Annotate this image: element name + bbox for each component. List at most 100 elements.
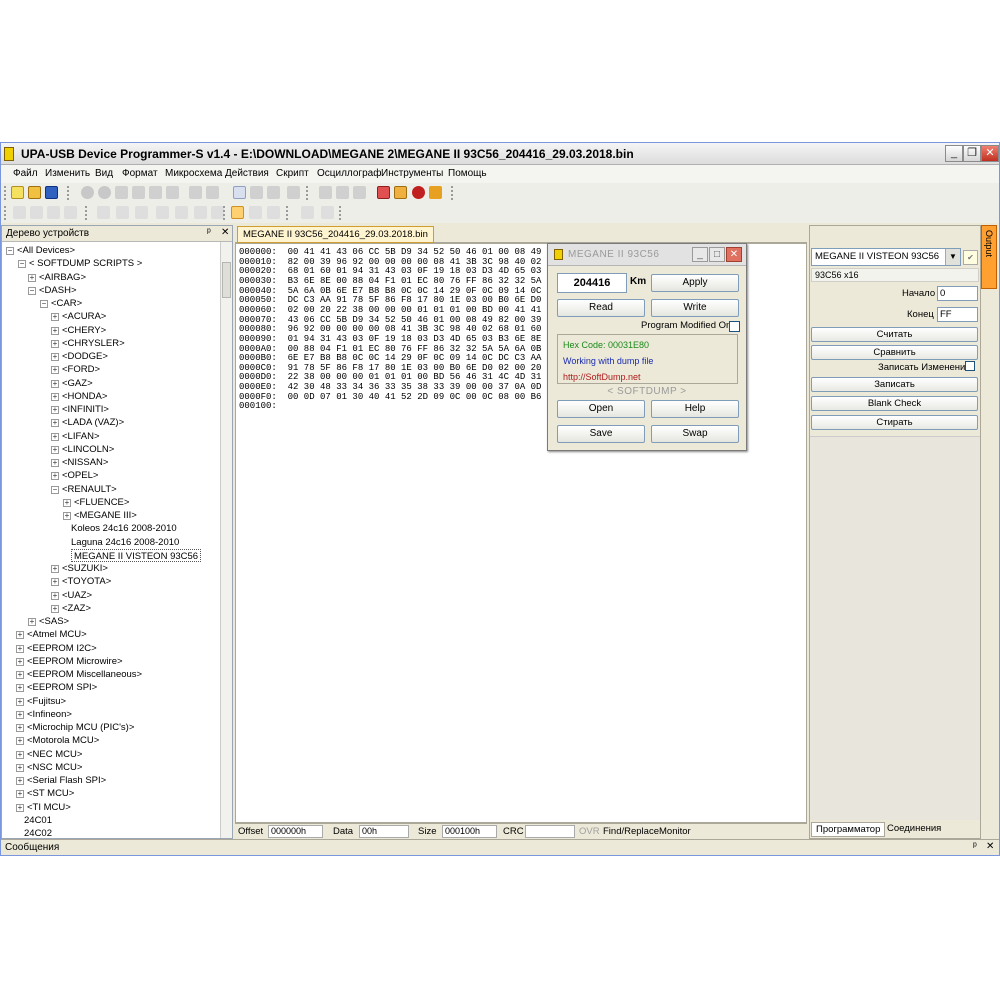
km-input[interactable]: 204416 xyxy=(557,273,627,293)
select-mode-icon[interactable] xyxy=(231,206,244,219)
collapse-icon[interactable]: − xyxy=(6,247,14,255)
help-button[interactable]: Help xyxy=(651,400,739,418)
open-folder-icon[interactable] xyxy=(28,186,41,199)
open-button[interactable]: Open xyxy=(557,400,645,418)
menu-file[interactable]: Файл xyxy=(13,168,38,179)
tree-item[interactable]: + <EEPROM SPI> xyxy=(16,681,97,694)
toolbar-grip[interactable] xyxy=(339,206,341,220)
monitor-tab[interactable]: Monitor xyxy=(659,826,691,837)
tree-item[interactable]: Koleos 24c16 2008-2010 xyxy=(71,522,177,535)
tree-item[interactable]: + <EEPROM Miscellaneous> xyxy=(16,668,142,681)
apply-device-icon[interactable]: ✔ xyxy=(963,250,978,265)
chip-icon[interactable] xyxy=(336,186,349,199)
tree-item[interactable]: − <RENAULT> xyxy=(51,483,117,496)
tree-item[interactable]: − <All Devices> xyxy=(6,244,75,257)
menu-help[interactable]: Помощь xyxy=(448,168,487,179)
replace-icon[interactable] xyxy=(267,186,280,199)
expand-icon[interactable]: + xyxy=(51,313,59,322)
tree-item[interactable]: + <SUZUKI> xyxy=(51,562,108,575)
align-right-icon[interactable] xyxy=(194,206,207,219)
tree-item[interactable]: + <EEPROM I2C> xyxy=(16,642,97,655)
collapse-icon[interactable]: − xyxy=(18,260,26,269)
expand-icon[interactable]: + xyxy=(16,671,24,679)
expand-icon[interactable]: + xyxy=(16,684,24,693)
apply-button[interactable]: Apply xyxy=(651,274,739,292)
expand-icon[interactable]: + xyxy=(51,366,59,375)
restore-button[interactable]: ❐ xyxy=(963,145,981,162)
expand-icon[interactable]: + xyxy=(51,419,59,428)
expand-icon[interactable]: + xyxy=(51,578,59,587)
bold-icon[interactable] xyxy=(97,206,110,219)
tree-item[interactable]: + <FORD> xyxy=(51,363,100,376)
align-left-icon[interactable] xyxy=(156,206,169,219)
menu-actions[interactable]: Действия xyxy=(225,168,269,179)
expand-icon[interactable]: + xyxy=(63,512,71,520)
start-field[interactable]: 0 xyxy=(937,286,978,301)
expand-icon[interactable]: + xyxy=(16,631,24,640)
collapse-icon[interactable]: − xyxy=(51,485,59,494)
find-icon[interactable] xyxy=(250,186,263,199)
tree-item[interactable]: + <NEC MCU> xyxy=(16,748,82,761)
undo-icon[interactable] xyxy=(189,186,202,199)
expand-icon[interactable]: + xyxy=(51,339,59,348)
package-icon[interactable] xyxy=(394,186,407,199)
data-field[interactable]: 00h xyxy=(359,825,409,838)
delete-icon[interactable] xyxy=(166,186,179,199)
expand-icon[interactable]: + xyxy=(51,604,59,613)
grid-icon[interactable] xyxy=(267,206,280,219)
tab-connections[interactable]: Соединения xyxy=(883,822,945,837)
save-icon[interactable] xyxy=(45,186,58,199)
menu-script[interactable]: Скрипт xyxy=(276,168,309,179)
minimize-button[interactable]: _ xyxy=(945,145,963,162)
write-changes-checkbox[interactable] xyxy=(965,361,975,371)
save-button[interactable]: Save xyxy=(557,425,645,443)
align-center-icon[interactable] xyxy=(175,206,188,219)
tree-item[interactable]: − <DASH> xyxy=(28,284,77,297)
tree-item[interactable]: + <TI MCU> xyxy=(16,801,71,814)
tree-item[interactable]: + <EEPROM Microwire> xyxy=(16,655,123,668)
paste-icon[interactable] xyxy=(149,186,162,199)
tree-item[interactable]: + <LIFAN> xyxy=(51,430,100,443)
tree-item[interactable]: + <ST MCU> xyxy=(16,787,74,800)
expand-icon[interactable]: + xyxy=(16,644,24,653)
expand-icon[interactable]: + xyxy=(16,710,24,719)
tree-item[interactable]: + <GAZ> xyxy=(51,377,93,390)
expand-icon[interactable]: + xyxy=(16,697,24,706)
device-select[interactable]: MEGANE II VISTEON 93C56 ▼ xyxy=(811,248,961,266)
bookmark-prev-icon[interactable] xyxy=(47,206,60,219)
write-button[interactable]: Write xyxy=(651,299,739,317)
tree-item[interactable]: + <LINCOLN> xyxy=(51,443,114,456)
toolbar-grip[interactable] xyxy=(4,206,6,220)
expand-icon[interactable]: + xyxy=(16,724,24,732)
tree-item[interactable]: + <INFINITI> xyxy=(51,403,109,416)
softdump-url[interactable]: http://SoftDump.net xyxy=(563,372,641,382)
expand-icon[interactable]: + xyxy=(16,763,24,772)
tree-item[interactable]: + <SAS> xyxy=(28,615,69,628)
tree-item[interactable]: + <Microchip MCU (PIC's)> xyxy=(16,721,134,734)
menu-oscilloscope[interactable]: Осциллограф xyxy=(317,168,381,179)
stop-icon[interactable] xyxy=(321,206,334,219)
tree-item[interactable]: + <FLUENCE> xyxy=(63,496,129,509)
underline-icon[interactable] xyxy=(135,206,148,219)
menu-tools[interactable]: Инструменты xyxy=(381,168,443,179)
compare-icon[interactable] xyxy=(287,186,300,199)
copy-icon[interactable] xyxy=(132,186,145,199)
blank-check-button[interactable]: Blank Check xyxy=(811,396,978,411)
chevron-down-icon[interactable]: ▼ xyxy=(945,249,960,265)
tree-item[interactable]: + <OPEL> xyxy=(51,469,98,482)
toolbar-grip[interactable] xyxy=(286,206,288,220)
expand-icon[interactable]: + xyxy=(63,498,71,507)
cut-icon[interactable] xyxy=(115,186,128,199)
tree-item[interactable]: + <ZAZ> xyxy=(51,602,91,615)
tree-item[interactable]: + <Atmel MCU> xyxy=(16,628,87,641)
size-field[interactable]: 000100h xyxy=(442,825,497,838)
tree-item[interactable]: + <DODGE> xyxy=(51,350,108,363)
dialog-maximize-button[interactable]: □ xyxy=(709,247,725,262)
tree-item[interactable]: Laguna 24c16 2008-2010 xyxy=(71,536,179,549)
bookmark-icon[interactable] xyxy=(13,206,26,219)
expand-icon[interactable]: + xyxy=(16,737,24,746)
erase-button[interactable]: Стирать xyxy=(811,415,978,430)
collapse-icon[interactable]: − xyxy=(40,300,48,308)
expand-icon[interactable]: + xyxy=(51,353,59,361)
tree-item[interactable]: + <CHERY> xyxy=(51,324,106,337)
